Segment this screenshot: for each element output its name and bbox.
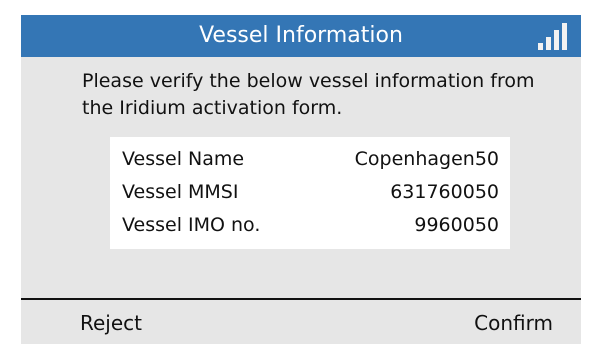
vessel-name-row: Vessel Name Copenhagen50 <box>110 144 510 174</box>
signal-strength-icon <box>538 23 567 50</box>
signal-bar-4 <box>562 23 567 50</box>
vessel-name-label: Vessel Name <box>122 148 245 170</box>
vessel-mmsi-label: Vessel MMSI <box>122 181 239 203</box>
vessel-info-table: Vessel Name Copenhagen50 Vessel MMSI 631… <box>110 137 510 249</box>
vessel-mmsi-value: 631760050 <box>390 181 499 203</box>
verification-message: Please verify the below vessel informati… <box>82 70 535 119</box>
confirm-button[interactable]: Confirm <box>474 309 553 337</box>
reject-button[interactable]: Reject <box>80 309 142 337</box>
title-bar: Vessel Information <box>21 15 581 57</box>
device-screen: Vessel Information Please verify the bel… <box>21 15 581 344</box>
signal-bar-1 <box>538 43 543 50</box>
vessel-imo-label: Vessel IMO no. <box>122 214 261 236</box>
vessel-imo-row: Vessel IMO no. 9960050 <box>110 210 510 240</box>
softkey-divider <box>21 298 581 300</box>
signal-bar-3 <box>554 30 559 50</box>
vessel-imo-value: 9960050 <box>414 214 499 236</box>
screen-title: Vessel Information <box>199 23 403 48</box>
vessel-mmsi-row: Vessel MMSI 631760050 <box>110 177 510 207</box>
signal-bar-2 <box>546 37 551 50</box>
vessel-name-value: Copenhagen50 <box>354 148 499 170</box>
